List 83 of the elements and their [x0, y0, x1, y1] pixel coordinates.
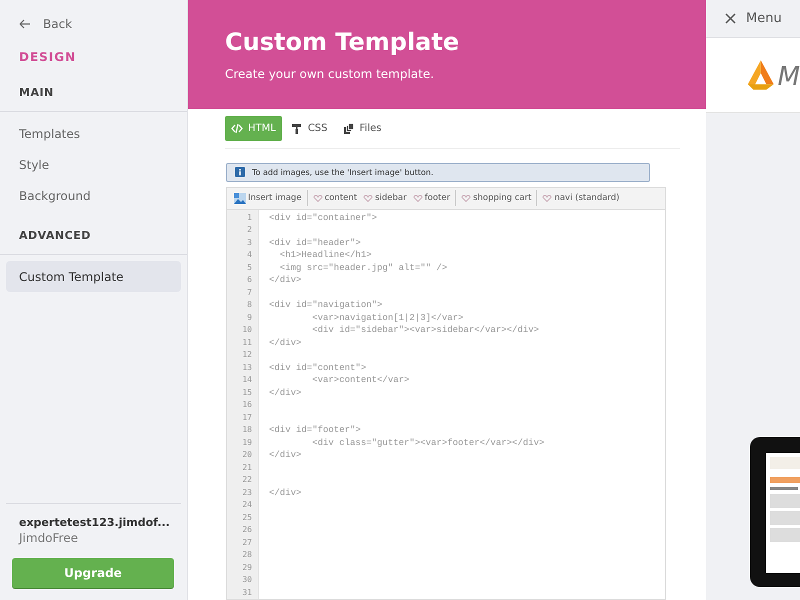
- close-icon: [725, 13, 736, 24]
- back-link[interactable]: Back: [6, 0, 181, 36]
- line-number: 23: [241, 486, 253, 498]
- sidebar-item[interactable]: Style: [6, 149, 181, 180]
- line-number: 7: [246, 286, 253, 298]
- line-number: 12: [241, 349, 253, 361]
- notice-text: To add images, use the 'Insert image' button.: [252, 168, 434, 177]
- sidebar-item[interactable]: Custom Template: [6, 261, 181, 292]
- line-number: 16: [241, 399, 253, 411]
- heart-icon: [363, 194, 374, 202]
- line-number: 30: [241, 574, 253, 586]
- line-number: 26: [241, 524, 253, 536]
- code-line: <div id="header">: [269, 236, 362, 249]
- heart-icon: [461, 194, 472, 202]
- code-line: <div id="navigation">: [269, 299, 384, 312]
- line-number: 17: [241, 412, 253, 424]
- plan-name: JimdoFree: [19, 531, 79, 545]
- code-line: </div>: [269, 449, 302, 462]
- code-line: <div class="gutter"><var>footer</var></div>: [311, 436, 544, 449]
- code-line: </div>: [269, 336, 302, 349]
- line-number: 4: [246, 249, 253, 261]
- insert-image-button[interactable]: Insert image: [231, 189, 305, 207]
- line-number: 19: [241, 436, 253, 448]
- variable-button[interactable]: shopping cart: [458, 189, 534, 207]
- code-line: <h1>Headline</h1>: [278, 249, 373, 262]
- sidebar-title: DESIGN: [18, 49, 78, 66]
- code-line: <div id="container">: [269, 212, 378, 224]
- code-line: <img src="header.jpg" alt="" />: [278, 262, 448, 274]
- logo-text: M: [778, 62, 800, 92]
- heart-icon: [542, 194, 552, 202]
- image-icon: [234, 192, 246, 204]
- line-number: 10: [241, 324, 253, 336]
- code-editor[interactable]: [226, 186, 666, 600]
- heart-icon: [312, 194, 323, 202]
- line-number: 20: [241, 449, 253, 461]
- variable-button[interactable]: footer: [410, 189, 454, 207]
- line-number: 29: [241, 562, 253, 574]
- line-number: 28: [241, 549, 253, 561]
- line-number: 25: [241, 512, 253, 524]
- line-number: 15: [241, 386, 253, 398]
- page-subtitle: Create your own custom template.: [225, 67, 436, 81]
- code-line: <var>content</var>: [311, 374, 410, 386]
- code-line: <div id="sidebar"><var>sidebar</var></div>: [311, 324, 540, 336]
- site-name: expertetest123.jimdof...: [19, 516, 170, 529]
- line-number: 6: [246, 274, 253, 286]
- code-line: <var>navigation[1|2|3]</var>: [311, 312, 464, 324]
- code-icon: [231, 122, 243, 135]
- documents-icon: [342, 122, 355, 135]
- line-number: 22: [241, 474, 253, 486]
- line-number: 27: [241, 536, 253, 548]
- sidebar-item[interactable]: Background: [6, 180, 181, 211]
- line-number: 14: [241, 374, 253, 386]
- section-heading: MAIN: [0, 74, 187, 112]
- menu-button[interactable]: Menu: [725, 11, 782, 26]
- editor-tab[interactable]: Files: [336, 116, 388, 142]
- line-number: 24: [241, 499, 253, 511]
- line-number: 31: [241, 586, 253, 598]
- line-number: 1: [246, 212, 253, 224]
- code-line: <div id="footer">: [269, 424, 362, 436]
- line-number: 21: [241, 462, 253, 474]
- line-number: 2: [246, 224, 253, 236]
- code-line: </div>: [269, 274, 302, 286]
- line-number: 9: [246, 312, 253, 324]
- page-title: Custom Template: [225, 28, 460, 56]
- variable-button[interactable]: navi (standard): [539, 189, 622, 207]
- variable-button[interactable]: sidebar: [360, 189, 410, 207]
- editor-tab[interactable]: CSS: [284, 116, 334, 142]
- variable-button[interactable]: content: [310, 189, 360, 207]
- sidebar-item[interactable]: Templates: [6, 118, 181, 149]
- line-number: 3: [246, 236, 253, 248]
- paint-roller-icon: [290, 122, 303, 135]
- info-icon: [235, 167, 245, 178]
- code-line: </div>: [269, 486, 302, 499]
- line-number: 8: [246, 299, 253, 311]
- line-number: 11: [241, 336, 253, 348]
- code-line: </div>: [269, 386, 302, 399]
- heart-icon: [412, 194, 423, 202]
- section-heading: ADVANCED: [0, 217, 187, 255]
- line-number: 5: [246, 262, 253, 274]
- code-line: <div id="content">: [269, 362, 368, 374]
- line-number: 18: [241, 424, 253, 436]
- back-arrow-icon: [19, 18, 31, 28]
- line-number: 13: [241, 362, 253, 374]
